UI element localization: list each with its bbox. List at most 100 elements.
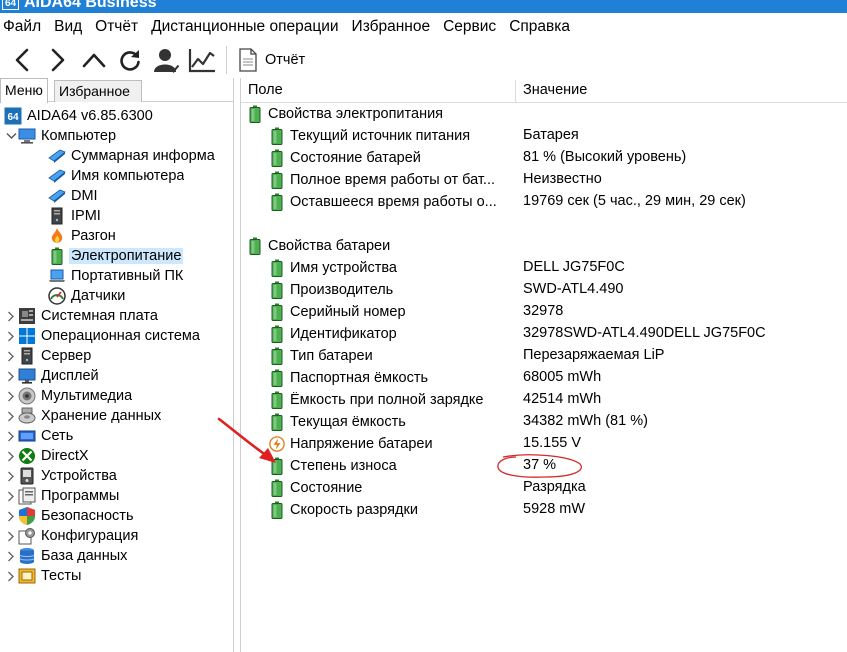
property-field: Полное время работы от бат... — [290, 172, 495, 188]
tree-item-label: Сервер — [41, 348, 92, 364]
menu-favorites[interactable]: Избранное — [346, 13, 438, 41]
tree-item-category[interactable]: Хранение данных — [4, 406, 161, 426]
expand-toggle[interactable] — [4, 406, 18, 426]
tree-item-category[interactable]: Программы — [4, 486, 119, 506]
back-button[interactable] — [4, 43, 40, 77]
tree-item-computer-child[interactable]: Разгон — [48, 226, 116, 246]
expand-toggle[interactable] — [4, 486, 18, 506]
server-icon — [48, 207, 66, 225]
expand-toggle[interactable] — [4, 366, 18, 386]
menu-remote[interactable]: Дистанционные операции — [145, 13, 345, 41]
chart-button[interactable] — [184, 43, 220, 77]
tree-item-label: Системная плата — [41, 308, 158, 324]
expand-toggle[interactable] — [4, 386, 18, 406]
expand-toggle[interactable] — [4, 326, 18, 346]
tree-item-computer-child[interactable]: DMI — [48, 186, 98, 206]
property-row[interactable]: Оставшееся время работы о... 19769 сек (5… — [269, 191, 746, 213]
tree-item-label: Дисплей — [41, 368, 99, 384]
menu-help[interactable]: Справка — [503, 13, 577, 41]
property-row[interactable]: Ёмкость при полной зарядке 42514 mWh — [269, 389, 601, 411]
property-row[interactable]: Тип батареи Перезаряжаемая LiP — [269, 345, 664, 367]
tree-item-computer-child[interactable]: IPMI — [48, 206, 101, 226]
aida64-icon: 64 — [4, 107, 22, 125]
tree-item-category[interactable]: Конфигурация — [4, 526, 138, 546]
tree-item-category[interactable]: База данных — [4, 546, 127, 566]
property-field: Ёмкость при полной зарядке — [290, 392, 484, 408]
property-field: Идентификатор — [290, 326, 397, 342]
menu-report[interactable]: Отчёт — [89, 13, 145, 41]
property-row[interactable]: Паспортная ёмкость 68005 mWh — [269, 367, 601, 389]
expand-toggle[interactable] — [4, 546, 18, 566]
tree-item-computer-child[interactable]: Суммарная информа — [48, 146, 215, 166]
property-row[interactable]: Скорость разрядки 5928 mW — [269, 499, 585, 521]
gauge-icon — [48, 287, 66, 305]
property-row[interactable]: Серийный номер 32978 — [269, 301, 563, 323]
tree-item-computer[interactable]: Компьютер — [4, 126, 116, 146]
menu-view[interactable]: Вид — [48, 13, 89, 41]
menu-tools[interactable]: Сервис — [437, 13, 503, 41]
tree-item-computer-child[interactable]: Портативный ПК — [48, 266, 183, 286]
tree-item-category[interactable]: Дисплей — [4, 366, 99, 386]
tree-item-computer-child[interactable]: Имя компьютера — [48, 166, 184, 186]
tree-item-category[interactable]: Операционная система — [4, 326, 200, 346]
laptop-icon — [48, 267, 66, 285]
tree-item-category[interactable]: Сервер — [4, 346, 91, 366]
report-button[interactable]: Отчёт — [235, 43, 309, 77]
expand-toggle[interactable] — [4, 526, 18, 546]
expand-toggle[interactable] — [4, 566, 18, 586]
column-header-field[interactable]: Поле — [248, 82, 283, 98]
battery-icon — [269, 325, 285, 343]
column-header-value[interactable]: Значение — [523, 82, 587, 98]
tree-item-category[interactable]: DirectX — [4, 446, 89, 466]
expand-toggle[interactable] — [4, 466, 18, 486]
property-field: Серийный номер — [290, 304, 406, 320]
property-row[interactable]: Текущая ёмкость 34382 mWh (81 %) — [269, 411, 648, 433]
property-row[interactable]: Состояние батарей 81 % (Высокий уровень) — [269, 147, 686, 169]
server-icon — [18, 347, 36, 365]
battery-icon — [269, 391, 285, 409]
tree-item-category[interactable]: Безопасность — [4, 506, 134, 526]
tab-favorites[interactable]: Избранное — [54, 80, 142, 102]
tree-item-category[interactable]: Системная плата — [4, 306, 158, 326]
property-value: Разрядка — [523, 479, 586, 495]
tree-item-root[interactable]: 64 AIDA64 v6.85.6300 — [4, 106, 153, 126]
property-row[interactable]: Напряжение батареи 15.155 V — [269, 433, 581, 455]
menu-file[interactable]: Файл — [0, 13, 48, 41]
expand-toggle[interactable] — [4, 446, 18, 466]
pane-divider[interactable] — [240, 78, 241, 652]
property-row[interactable]: Полное время работы от бат... Неизвестно — [269, 169, 602, 191]
property-row[interactable]: Производитель SWD-ATL4.490 — [269, 279, 623, 301]
tab-menu[interactable]: Меню — [0, 78, 48, 103]
tree-item-label: Мультимедиа — [41, 388, 133, 404]
forward-button[interactable] — [40, 43, 76, 77]
tree-item-category[interactable]: Мультимедиа — [4, 386, 132, 406]
tree-item-label: Тесты — [41, 568, 82, 584]
property-group-header[interactable]: Свойства батареи — [247, 235, 390, 257]
expand-toggle[interactable] — [4, 426, 18, 446]
tree-item-category[interactable]: Тесты — [4, 566, 81, 586]
up-button[interactable] — [76, 43, 112, 77]
expand-toggle[interactable] — [4, 346, 18, 366]
collapse-toggle[interactable] — [4, 126, 18, 146]
column-resize-handle[interactable] — [515, 80, 516, 102]
property-group-header[interactable]: Свойства электропитания — [247, 103, 443, 125]
tree-item-category[interactable]: Сеть — [4, 426, 73, 446]
property-value: Батарея — [523, 127, 579, 143]
window-title: AIDA64 Business — [24, 0, 157, 11]
tree-item-computer-child[interactable]: Датчики — [48, 286, 125, 306]
svg-text:64: 64 — [7, 112, 19, 123]
property-row[interactable]: Имя устройства DELL JG75F0C — [269, 257, 625, 279]
tree-item-computer-child[interactable]: Электропитание — [48, 246, 184, 266]
expand-toggle[interactable] — [4, 506, 18, 526]
user-button[interactable] — [148, 43, 184, 77]
tree-item-label: Программы — [41, 488, 120, 504]
tree-item-category[interactable]: Устройства — [4, 466, 117, 486]
property-row[interactable]: Состояние Разрядка — [269, 477, 586, 499]
property-row[interactable]: Степень износа 37 % — [269, 455, 556, 477]
expand-toggle[interactable] — [4, 306, 18, 326]
property-row[interactable]: Текущий источник питания Батарея — [269, 125, 579, 147]
battery-icon — [269, 149, 285, 167]
property-row[interactable]: Идентификатор 32978SWD-ATL4.490DELL JG75F… — [269, 323, 766, 345]
benchmark-icon — [18, 567, 36, 585]
refresh-button[interactable] — [112, 43, 148, 77]
